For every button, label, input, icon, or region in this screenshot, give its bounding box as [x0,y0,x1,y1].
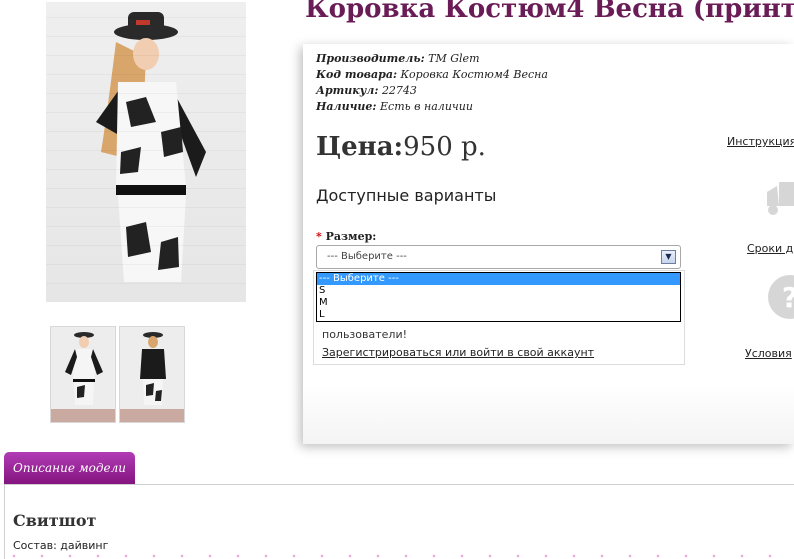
size-dropdown-list[interactable]: --- Выберите --- S M L [316,272,681,322]
size-label: * Размер: [316,230,376,243]
size-option-default[interactable]: --- Выберите --- [317,273,680,285]
description-composition: Состав: дайвинг [13,539,109,552]
terms-link[interactable]: Условия [745,347,792,360]
delivery-link[interactable]: Сроки д [747,242,793,255]
article-value: 22743 [381,84,417,97]
tab-divider [4,484,794,485]
stock-label: Наличие: [316,100,377,113]
manufacturer-label: Производитель: [316,52,425,65]
product-meta: Производитель: TM Glem Код товара: Коров… [316,51,548,115]
required-mark: * [316,230,322,243]
description-title: Свитшот [13,511,97,530]
svg-text:?: ? [782,281,794,314]
price-value: 950 р. [403,132,486,162]
price: Цена:950 р. [316,132,486,162]
size-select-value: --- Выберите --- [327,251,407,262]
tab-content-border [4,484,5,559]
chevron-down-icon[interactable]: ▼ [661,250,676,264]
product-thumbnail-1[interactable] [50,326,116,423]
instructions-link[interactable]: Инструкция [727,135,794,148]
info-icon [773,62,794,108]
variants-title: Доступные варианты [316,186,497,205]
manufacturer-value[interactable]: TM Glem [428,52,479,65]
tab-description[interactable]: Описание модели [4,452,135,484]
decorative-divider [0,553,794,559]
price-label: Цена: [316,132,404,162]
product-main-image[interactable] [46,2,246,302]
size-option-s[interactable]: S [317,285,680,297]
code-value: Коровка Костюм4 Весна [400,68,548,81]
product-info-panel: Производитель: TM Glem Код товара: Коров… [303,44,794,444]
stock-value: Есть в наличии [380,100,473,113]
size-select[interactable]: --- Выберите --- ▼ [316,245,681,269]
truck-icon [767,182,794,215]
article-label: Артикул: [316,84,379,97]
product-title: Коровка Костюм4 Весна (принт) [305,0,794,24]
size-option-m[interactable]: M [317,297,680,309]
size-option-l[interactable]: L [317,309,680,321]
register-login-link[interactable]: Зарегистрироваться или войти в свой акка… [322,346,594,359]
size-label-text: Размер: [325,230,377,243]
product-thumbnail-2[interactable] [119,326,185,423]
question-icon: ? [768,275,794,319]
code-label: Код товара: [316,68,398,81]
notice-text: пользователи! [322,328,408,341]
